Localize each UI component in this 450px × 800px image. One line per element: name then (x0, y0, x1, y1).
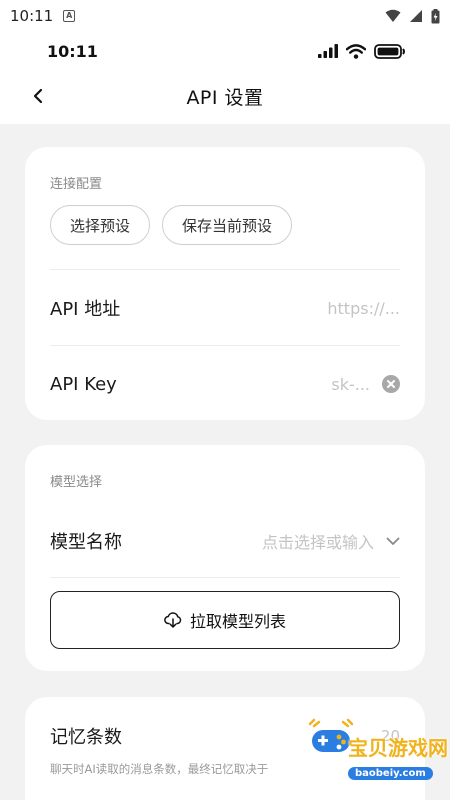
connection-card: 连接配置 选择预设 保存当前预设 API 地址 https://... API … (25, 147, 425, 420)
ios-time: 10:11 (47, 41, 98, 61)
api-key-label: API Key (50, 373, 117, 395)
memory-description: 聊天时AI读取的消息条数，最终记忆取决于 (50, 762, 269, 776)
memory-title: 记忆条数 (50, 727, 122, 748)
model-name-input[interactable]: 点击选择或输入 (262, 529, 374, 553)
divider (50, 269, 400, 270)
android-status-bar: 10:11 A (0, 0, 450, 32)
chevron-left-icon (33, 88, 43, 104)
api-url-input[interactable]: https://... (327, 299, 400, 318)
connection-section-label: 连接配置 (50, 177, 103, 192)
fetch-model-list-button[interactable]: 拉取模型列表 (50, 591, 400, 649)
cellular-signal-icon (318, 44, 338, 58)
watermark: 宝贝游戏网 baobeiy.com (300, 708, 448, 788)
chevron-down-icon (386, 537, 400, 545)
android-time: 10:11 (10, 7, 54, 25)
back-button[interactable] (26, 84, 50, 108)
fetch-model-list-label: 拉取模型列表 (189, 612, 286, 631)
api-url-row[interactable]: API 地址 https://... (50, 288, 400, 328)
battery-icon (374, 43, 405, 59)
watermark-text: 宝贝游戏网 (348, 736, 448, 760)
watermark-url: baobeiy.com (348, 767, 433, 780)
app-header: 10:11 API 设置 (0, 32, 450, 124)
notification-a-icon: A (63, 10, 76, 22)
divider (50, 345, 400, 346)
page-title: API 设置 (186, 86, 264, 109)
android-wifi-icon (385, 9, 401, 22)
select-preset-button[interactable]: 选择预设 (50, 205, 151, 245)
watermark-text-group: 宝贝游戏网 baobeiy.com (348, 732, 448, 780)
nav-bar: API 设置 (0, 76, 450, 116)
model-dropdown-toggle[interactable] (386, 537, 400, 546)
model-name-label: 模型名称 (50, 532, 122, 553)
model-name-row[interactable]: 模型名称 点击选择或输入 (50, 521, 400, 561)
clear-api-key-button[interactable] (382, 375, 400, 393)
cloud-download-icon (164, 612, 182, 628)
api-key-input[interactable]: sk-... (331, 375, 370, 394)
api-url-label: API 地址 (50, 299, 121, 320)
divider (50, 577, 400, 578)
model-card: 模型选择 模型名称 点击选择或输入 拉取模型列表 (25, 445, 425, 671)
ios-status-bar: 10:11 (0, 32, 450, 70)
wifi-icon (346, 43, 366, 59)
api-key-row[interactable]: API Key sk-... (50, 364, 400, 404)
clear-circle-icon (387, 380, 395, 388)
model-section-label: 模型选择 (50, 475, 103, 490)
save-preset-button[interactable]: 保存当前预设 (162, 205, 293, 245)
android-battery-icon (431, 8, 440, 23)
android-signal-icon (410, 10, 422, 22)
preset-chip-row: 选择预设 保存当前预设 (50, 205, 293, 245)
